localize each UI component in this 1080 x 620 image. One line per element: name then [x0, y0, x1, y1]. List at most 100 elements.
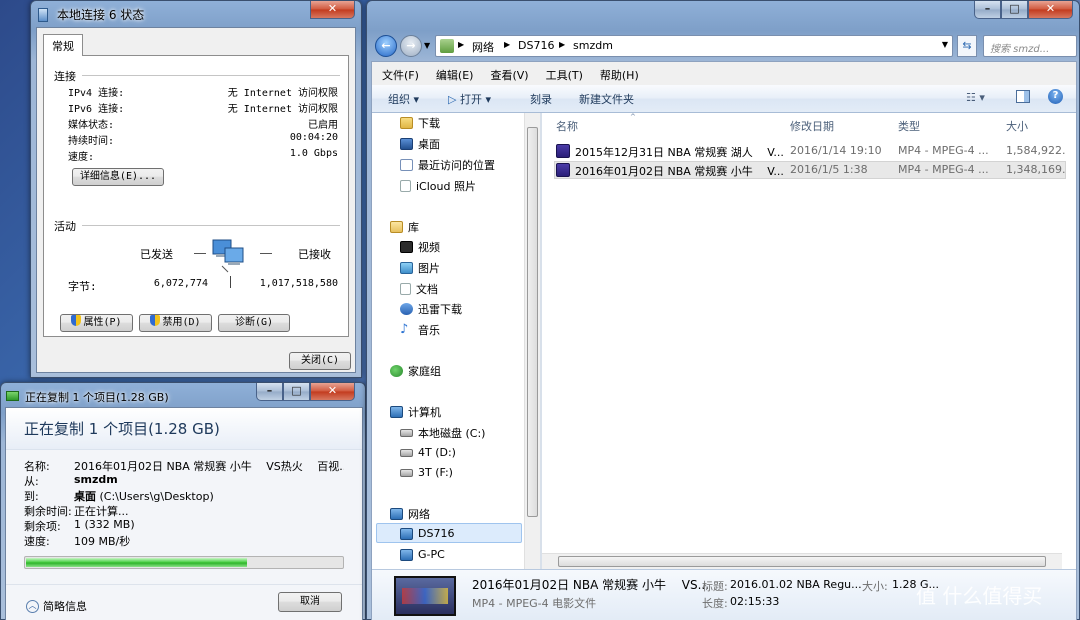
close-window-button[interactable]: ✕	[310, 1, 355, 19]
file-type: MP4 - MPEG-4 ...	[898, 163, 989, 176]
less-info-toggle[interactable]: ︿ 简略信息	[26, 598, 87, 614]
disable-button[interactable]: 禁用(D)	[139, 314, 212, 332]
minimize-button[interactable]: –	[256, 383, 283, 401]
from-label: 从:	[24, 475, 39, 488]
file-row[interactable]: 2015年12月31日 NBA 常规赛 湖人 V... 2016/1/14 19…	[554, 142, 1066, 160]
breadcrumb-network[interactable]: 网络	[472, 39, 494, 55]
nav-music[interactable]: ♪ 音乐	[400, 322, 440, 338]
view-options-icon[interactable]: ☷ ▾	[966, 91, 985, 104]
column-date[interactable]: 修改日期	[790, 118, 834, 134]
menu-file[interactable]: 文件(F)	[382, 67, 419, 83]
nav-scrollbar[interactable]	[524, 113, 540, 569]
nas-icon	[400, 527, 413, 540]
to-label: 到:	[24, 490, 39, 503]
maximize-button[interactable]: □	[283, 383, 310, 401]
to-value-bold: 桌面	[74, 490, 96, 503]
nav-gpc[interactable]: G-PC	[400, 548, 445, 561]
new-folder-button[interactable]: 新建文件夹	[579, 91, 634, 107]
recent-pages-dropdown[interactable]: ▼	[424, 41, 430, 50]
details-button[interactable]: 详细信息(E)...	[72, 168, 164, 186]
properties-button-label: 属性(P)	[83, 317, 122, 328]
hscrollbar-thumb[interactable]	[558, 556, 1046, 567]
nav-desktop[interactable]: 桌面	[400, 136, 440, 152]
nav-network[interactable]: 网络	[390, 506, 430, 522]
to-value[interactable]: 桌面 (C:\Users\g\Desktop)	[74, 488, 214, 504]
close-copy-button[interactable]: ✕	[310, 383, 355, 401]
arrow-left-icon: ←	[381, 39, 391, 52]
search-input[interactable]: 搜索 smzd...	[990, 40, 1049, 55]
menu-help[interactable]: 帮助(H)	[600, 67, 639, 83]
sent-label: 已发送	[140, 248, 173, 261]
nav-homegroup[interactable]: 家庭组	[390, 363, 441, 379]
close-explorer-button[interactable]: ✕	[1028, 1, 1073, 19]
minimize-button[interactable]: –	[974, 1, 1001, 19]
file-size: 1,348,169...	[1006, 163, 1066, 176]
nav-drive-c-label: 本地磁盘 (C:)	[418, 427, 486, 440]
nav-xunlei[interactable]: 迅雷下载	[400, 301, 462, 317]
nav-drive-f[interactable]: 3T (F:)	[400, 466, 453, 479]
help-icon[interactable]: ?	[1048, 89, 1063, 104]
column-size[interactable]: 大小	[1006, 118, 1028, 134]
nav-drive-d-label: 4T (D:)	[418, 446, 456, 459]
details-file-name: 2016年01月02日 NBA 常规赛 小牛 VS...	[472, 578, 710, 592]
ipv4-value: 无 Internet 访问权限	[227, 88, 338, 99]
file-list-hscrollbar[interactable]	[542, 553, 1062, 569]
nav-pictures-label: 图片	[418, 262, 440, 275]
menu-view[interactable]: 查看(V)	[490, 67, 528, 83]
nav-icloud[interactable]: iCloud 照片	[400, 178, 476, 194]
back-button[interactable]: ←	[375, 35, 397, 57]
refresh-button[interactable]: ⇆	[957, 35, 977, 57]
ipv6-value: 无 Internet 访问权限	[227, 104, 338, 115]
command-bar: 组织 ▾ ▷ 打开 ▾ 刻录 新建文件夹 ☷ ▾ ?	[372, 85, 1076, 113]
status-window-title: 本地连接 6 状态	[57, 8, 145, 22]
breadcrumb-ds716[interactable]: DS716	[518, 39, 554, 52]
preview-pane-icon[interactable]	[1016, 90, 1030, 103]
copy-heading: 正在复制 1 个项目(1.28 GB)	[24, 420, 220, 438]
copy-progress-fill	[26, 558, 247, 567]
duration-label: 持续时间:	[68, 136, 115, 147]
properties-button[interactable]: 属性(P)	[60, 314, 133, 332]
menu-tools[interactable]: 工具(T)	[546, 67, 583, 83]
videos-icon	[400, 241, 413, 253]
maximize-button[interactable]: □	[1001, 1, 1028, 19]
close-button[interactable]: 关闭(C)	[289, 352, 351, 370]
tab-general[interactable]: 常规	[43, 34, 83, 56]
nav-recent[interactable]: 最近访问的位置	[400, 157, 495, 173]
explorer-window: – □ ✕ ← → ▼ ▶ 网络 ▶ DS716 ▶ smzdm ▼ ⇆ 搜索 …	[366, 0, 1080, 620]
file-type: MP4 - MPEG-4 ...	[898, 144, 989, 157]
open-button[interactable]: ▷ 打开 ▾	[448, 91, 491, 107]
file-date: 2016/1/14 19:10	[790, 144, 882, 157]
menu-edit[interactable]: 编辑(E)	[436, 67, 474, 83]
forward-button[interactable]: →	[400, 35, 422, 57]
nav-drive-f-label: 3T (F:)	[418, 466, 453, 479]
column-name[interactable]: 名称	[556, 118, 578, 134]
nav-pictures[interactable]: 图片	[400, 260, 440, 276]
from-value[interactable]: smzdm	[74, 473, 118, 486]
homegroup-icon	[390, 365, 403, 377]
breadcrumb-smzdm[interactable]: smzdm	[573, 39, 613, 52]
nav-drive-c[interactable]: 本地磁盘 (C:)	[400, 425, 485, 441]
chevron-up-icon: ︿	[26, 599, 39, 613]
cancel-button[interactable]: 取消	[278, 592, 342, 612]
nav-computer[interactable]: 计算机	[390, 404, 441, 420]
file-row-selected[interactable]: 2016年01月02日 NBA 常规赛 小牛 V... 2016/1/5 1:3…	[554, 161, 1066, 179]
diagnose-button[interactable]: 诊断(G)	[218, 314, 290, 332]
address-bar[interactable]: ▶ 网络 ▶ DS716 ▶ smzdm ▼	[435, 35, 953, 57]
nav-libraries[interactable]: 库	[390, 219, 419, 235]
breadcrumb-separator-icon: ▶	[458, 40, 465, 49]
nav-videos[interactable]: 视频	[400, 239, 440, 255]
address-dropdown-icon[interactable]: ▼	[942, 40, 948, 49]
mp4-file-icon	[556, 163, 570, 177]
nav-downloads[interactable]: 下载	[400, 115, 440, 131]
time-left-label: 剩余时间:	[24, 505, 72, 518]
network-status-window: 本地连接 6 状态 ✕ 常规 连接 IPv4 连接: 无 Internet 访问…	[30, 0, 362, 378]
nav-documents[interactable]: 文档	[400, 281, 438, 297]
nav-scrollbar-thumb[interactable]	[527, 127, 538, 517]
nav-drive-d[interactable]: 4T (D:)	[400, 446, 456, 459]
column-type[interactable]: 类型	[898, 118, 920, 134]
burn-button[interactable]: 刻录	[530, 91, 552, 107]
search-box[interactable]: 搜索 smzd...	[983, 35, 1077, 57]
nav-ds716[interactable]: DS716	[400, 527, 454, 540]
organize-button[interactable]: 组织 ▾	[388, 91, 419, 107]
watermark-logo: 值 什么值得买	[916, 580, 1042, 609]
